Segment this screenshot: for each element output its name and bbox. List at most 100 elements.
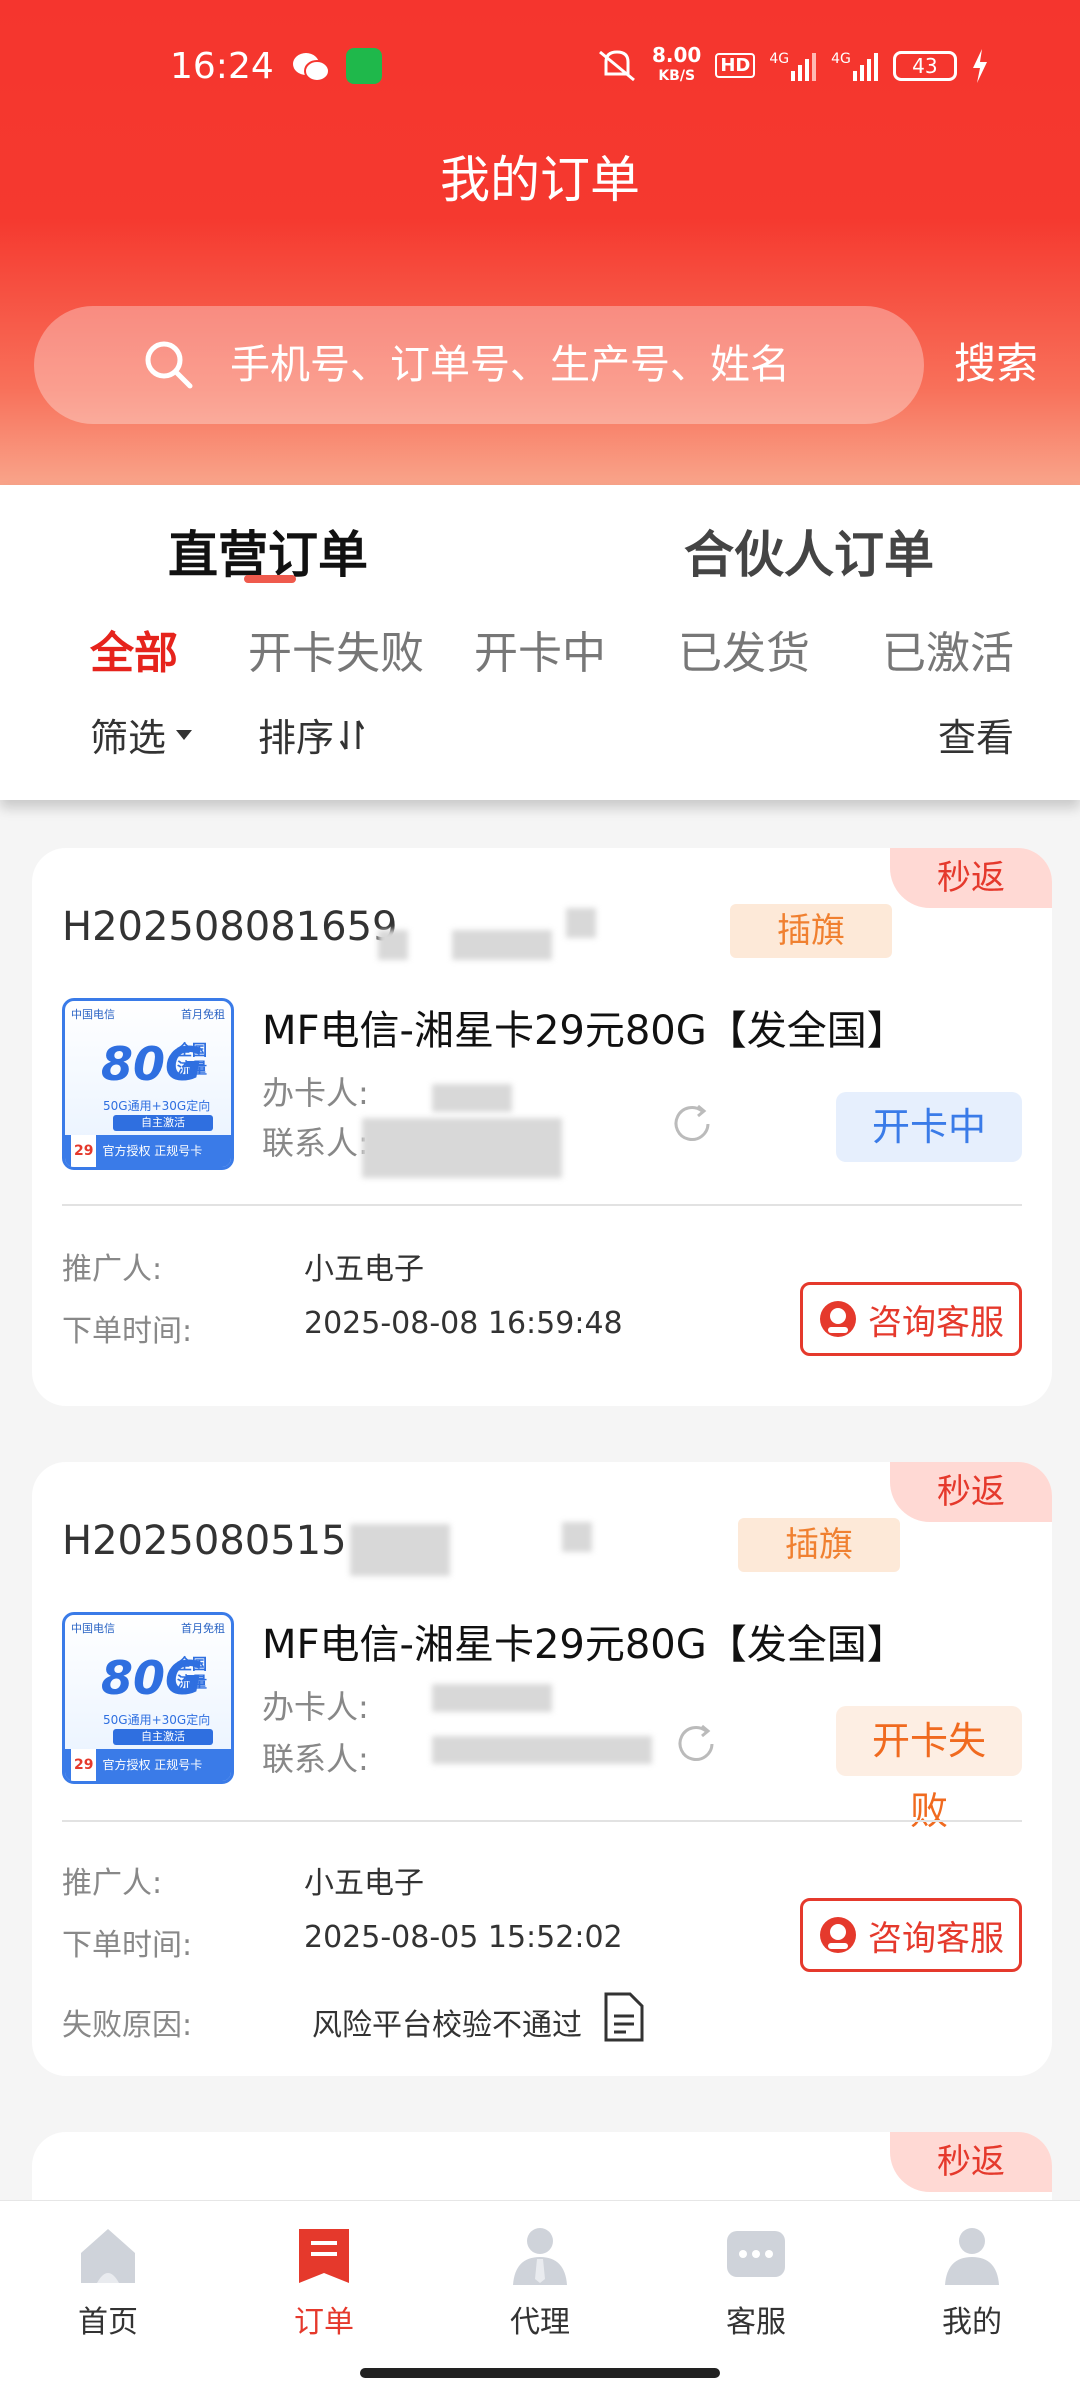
- promoter-label: 推广人:: [62, 1252, 163, 1287]
- thumb-sub: 全国 流量: [177, 1655, 207, 1691]
- thumb-sub1: 全国: [177, 1655, 208, 1673]
- redacted-block: [378, 930, 408, 960]
- thumb-line1: 50G通用+30G定向: [103, 1713, 211, 1727]
- search-box[interactable]: [34, 306, 924, 424]
- order-card[interactable]: 秒返 H202508081659 插旗 中国电信 首月免租 80G 全国 流量 5…: [32, 848, 1052, 1406]
- search-button[interactable]: 搜索: [954, 330, 1038, 391]
- refresh-icon[interactable]: [672, 1720, 720, 1768]
- thumb-price: 29: [71, 1749, 97, 1781]
- redacted-block: [432, 1684, 552, 1712]
- promoter-value: 小五电子: [304, 1252, 424, 1287]
- nav-label-home: 首页: [78, 2305, 138, 2340]
- status-bar: 16:24 8.00 KB/S HD 4G 4G 43: [0, 40, 1080, 100]
- card-divider: [62, 1204, 1022, 1206]
- sort-icon: [340, 719, 365, 750]
- mute-icon: [599, 49, 635, 81]
- redacted-block: [350, 1524, 450, 1576]
- refresh-icon[interactable]: [668, 1100, 716, 1148]
- nav-item-agent[interactable]: 代理: [480, 2223, 600, 2341]
- order-icon: [299, 2229, 349, 2283]
- order-status-badge: 开卡失败: [836, 1706, 1022, 1833]
- search-input[interactable]: [230, 330, 890, 400]
- thumb-brand-text: 中国电信: [71, 1008, 115, 1021]
- order-number: H202508081659: [62, 904, 398, 950]
- thumb-brand: 中国电信 首月免租: [65, 1001, 231, 1027]
- status-tab-failed[interactable]: 开卡失败: [248, 617, 424, 681]
- home-icon: [81, 2229, 135, 2283]
- nav-label-orders: 订单: [294, 2305, 354, 2340]
- signal-2-label: 4G: [831, 50, 851, 67]
- signal-1-icon: [791, 52, 817, 81]
- flag-badge: 秒返: [890, 1462, 1052, 1522]
- signal-2-icon: [852, 52, 878, 81]
- status-tab-opening[interactable]: 开卡中: [474, 617, 606, 681]
- filter-button[interactable]: 筛选: [90, 707, 194, 762]
- redacted-block: [432, 1084, 512, 1112]
- signal-1: 4G: [769, 51, 817, 81]
- nav-label-profile: 我的: [942, 2305, 1002, 2340]
- wechat-icon: [293, 53, 330, 82]
- chat-icon: [727, 2231, 785, 2277]
- thumb-line2: 自主激活: [113, 1729, 213, 1745]
- order-time-label: 下单时间:: [62, 1314, 193, 1349]
- tab-partner-orders[interactable]: 合伙人订单: [684, 515, 934, 587]
- document-icon[interactable]: [602, 1992, 646, 2042]
- tag-badge: 插旗: [730, 904, 892, 958]
- tab-active-indicator: [244, 575, 296, 583]
- tag-badge: 插旗: [738, 1518, 900, 1572]
- profile-icon: [945, 2228, 999, 2285]
- nav-item-home[interactable]: 首页: [48, 2223, 168, 2341]
- consult-label: 咨询客服: [868, 1918, 1004, 1959]
- net-speed-unit: KB/S: [658, 68, 696, 84]
- order-card[interactable]: 秒返 H2025080515 插旗 中国电信 首月免租 80G 全国 流量 50G…: [32, 1462, 1052, 2076]
- status-tab-activated[interactable]: 已激活: [882, 617, 1014, 681]
- fail-reason-value: 风险平台校验不通过: [312, 2008, 582, 2043]
- thumb-sub2: 流量: [177, 1673, 208, 1691]
- redacted-block: [432, 1736, 652, 1764]
- thumb-brand: 中国电信 首月免租: [65, 1615, 231, 1641]
- thumb-footer-text: 官方授权 正规号卡: [102, 1758, 203, 1772]
- order-time-value: 2025-08-08 16:59:48: [304, 1306, 623, 1341]
- thumb-line1: 50G通用+30G定向: [103, 1099, 211, 1113]
- nav-item-orders[interactable]: 订单: [264, 2223, 384, 2341]
- product-thumbnail: 中国电信 首月免租 80G 全国 流量 50G通用+30G定向 自主激活 29 官方…: [62, 1612, 234, 1784]
- hd-badge: HD: [715, 53, 756, 78]
- net-speed: 8.00 KB/S: [652, 43, 702, 85]
- status-tab-all[interactable]: 全部: [90, 617, 178, 681]
- card-divider: [62, 1820, 1022, 1822]
- thumb-corner-text: 首月免租: [181, 1008, 225, 1021]
- redacted-block: [362, 1118, 562, 1178]
- thumb-sub: 全国 流量: [177, 1041, 207, 1077]
- order-time-label: 下单时间:: [62, 1928, 193, 1963]
- consult-service-button[interactable]: 咨询客服: [800, 1282, 1022, 1356]
- holder-label: 办卡人:: [262, 1688, 369, 1726]
- sort-button[interactable]: 排序: [258, 707, 365, 762]
- charging-icon: [972, 48, 987, 83]
- nav-label-agent: 代理: [510, 2305, 570, 2340]
- battery-icon: 43: [892, 50, 957, 81]
- search-icon: [145, 341, 193, 389]
- thumb-footer: 29 官方授权 正规号卡: [65, 1749, 231, 1781]
- status-time: 16:24: [170, 46, 274, 87]
- signal-1-label: 4G: [769, 50, 790, 67]
- nav-item-service[interactable]: 客服: [696, 2223, 816, 2341]
- header: 16:24 8.00 KB/S HD 4G 4G 43 我的订单 手机号、订单号…: [0, 0, 1080, 485]
- thumb-sub2: 流量: [177, 1059, 208, 1077]
- page-title: 我的订单: [440, 151, 640, 209]
- caret-down-icon: [176, 729, 193, 740]
- status-tab-shipped[interactable]: 已发货: [678, 617, 810, 681]
- product-name: MF电信-湘星卡29元80G【发全国】: [262, 1008, 907, 1054]
- nav-item-profile[interactable]: 我的: [912, 2223, 1032, 2341]
- thumb-line2: 自主激活: [113, 1115, 213, 1131]
- view-button[interactable]: 查看: [938, 707, 1014, 762]
- net-speed-value: 8.00: [652, 43, 702, 67]
- promoter-label: 推广人:: [62, 1866, 163, 1901]
- fail-reason-label: 失败原因:: [62, 2008, 193, 2043]
- thumb-footer: 29 官方授权 正规号卡: [65, 1135, 231, 1167]
- flag-badge: 秒返: [890, 848, 1052, 908]
- contact-label: 联系人:: [262, 1740, 369, 1778]
- consult-service-button[interactable]: 咨询客服: [800, 1898, 1022, 1972]
- promoter-value: 小五电子: [304, 1866, 424, 1901]
- agent-icon: [513, 2228, 567, 2285]
- order-time-value: 2025-08-05 15:52:02: [304, 1920, 623, 1955]
